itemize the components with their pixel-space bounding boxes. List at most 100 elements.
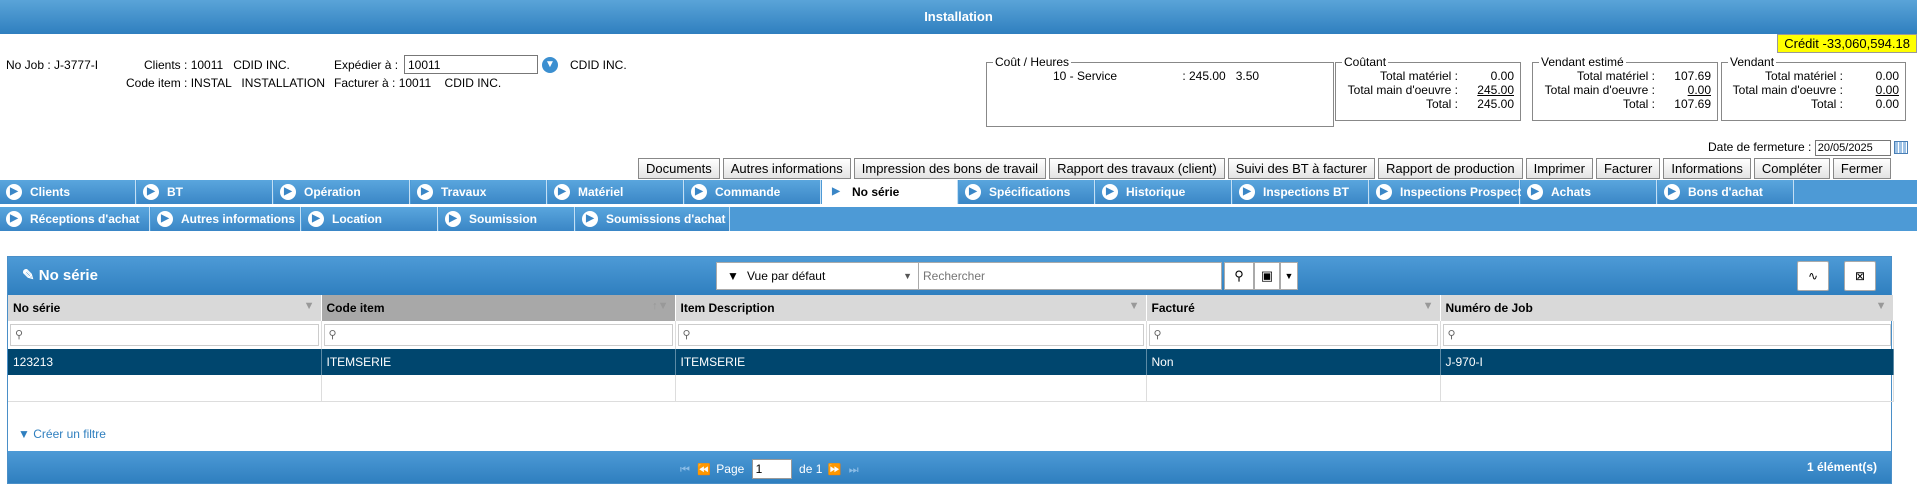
- tab-bt[interactable]: ▶ BT: [137, 180, 273, 204]
- filter-icon[interactable]: ▼: [1876, 300, 1887, 312]
- column-filter-input[interactable]: ⚲: [1442, 324, 1891, 346]
- first-page-icon[interactable]: ⏮: [680, 464, 690, 476]
- ship-to-input[interactable]: [404, 55, 538, 74]
- invoice-button[interactable]: Facturer: [1595, 158, 1661, 179]
- chevron-right-icon: ▶: [157, 211, 173, 227]
- tab-receptions-achat[interactable]: ▶ Réceptions d'achat: [0, 207, 150, 231]
- filter-icon[interactable]: ▼: [1423, 300, 1434, 312]
- tab-bar-2: ▶ Réceptions d'achat ▶ Autres informations…: [0, 207, 1917, 231]
- search-icon[interactable]: ⚲: [1224, 262, 1254, 290]
- cost-line-name: 10 - Service: [1053, 69, 1118, 83]
- column-header[interactable]: Facturé ▼: [1146, 295, 1441, 321]
- last-page-icon[interactable]: ⏭: [849, 464, 859, 476]
- column-header[interactable]: Code item ↑▼: [321, 295, 676, 321]
- tab-specifications[interactable]: ▶ Spécifications: [959, 180, 1095, 204]
- cell-item-description[interactable]: ITEMSERIE: [675, 349, 1147, 375]
- chevron-right-icon: ▶: [965, 184, 981, 200]
- tab-label: Matériel: [578, 185, 624, 199]
- tab-operation[interactable]: ▶ Opération: [274, 180, 410, 204]
- chart-icon[interactable]: ∿: [1797, 261, 1829, 291]
- table-row[interactable]: 123213 ITEMSERIE ITEMSERIE Non J-970-I: [8, 349, 1894, 375]
- search-input[interactable]: [918, 262, 1222, 290]
- tab-soumissions-achat[interactable]: ▶ Soumissions d'achat: [576, 207, 730, 231]
- tab-soumission[interactable]: ▶ Soumission: [439, 207, 575, 231]
- cost-hours-box: Coût / Heures 10 - Service : 245.00 3.50: [986, 55, 1334, 127]
- tab-label: Commande: [715, 185, 781, 199]
- panel-title: ✎ No série: [22, 266, 98, 284]
- print-button[interactable]: Imprimer: [1525, 158, 1593, 179]
- column-filter-input[interactable]: ⚲: [10, 324, 319, 346]
- pager: ⏮ ⏪ Page de 1 ⏩ ⏭: [678, 459, 861, 479]
- cell-facture[interactable]: Non: [1146, 349, 1441, 375]
- tab-clients[interactable]: ▶ Clients: [0, 180, 136, 204]
- tab-label: Historique: [1126, 185, 1186, 199]
- cell-code-item[interactable]: ITEMSERIE: [321, 349, 676, 375]
- tab-bar-1: ▶ Clients ▶ BT ▶ Opération ▶ Travaux ▶ Matéri…: [0, 180, 1917, 204]
- cell-job-number[interactable]: J-970-I: [1440, 349, 1894, 375]
- bt-to-invoice-button[interactable]: Suivi des BT à facturer: [1227, 158, 1376, 179]
- close-button[interactable]: Fermer: [1832, 158, 1891, 179]
- tab-label: Soumissions d'achat: [606, 212, 726, 226]
- cost-hours-line: 10 - Service : 245.00 3.50: [993, 69, 1327, 83]
- tab-inspections-prospect[interactable]: ▶ Inspections Prospect: [1370, 180, 1521, 204]
- chevron-right-icon: ▶: [143, 184, 159, 200]
- tab-no-serie[interactable]: ▶ No série: [822, 180, 958, 204]
- work-report-client-button[interactable]: Rapport des travaux (client): [1049, 158, 1225, 179]
- tab-location[interactable]: ▶ Location: [302, 207, 438, 231]
- search-icon: ⚲: [682, 329, 691, 341]
- save-view-icon[interactable]: ▣: [1254, 262, 1280, 290]
- column-header[interactable]: Item Description ▼: [675, 295, 1147, 321]
- ve-labor-value: 0.00: [1687, 83, 1711, 97]
- ve-total-value: 107.69: [1674, 97, 1711, 111]
- chevron-down-icon: ▼: [903, 271, 912, 281]
- v-total-value: 0.00: [1875, 97, 1899, 111]
- ship-label: Expédier à :: [334, 58, 399, 72]
- other-info-button[interactable]: Autres informations: [722, 158, 851, 179]
- tab-label: Opération: [304, 185, 361, 199]
- filter-icon[interactable]: ▼: [304, 300, 315, 312]
- search-icon: ⚲: [1447, 329, 1456, 341]
- informations-button[interactable]: Informations: [1663, 158, 1751, 179]
- excel-export-icon[interactable]: ⊠: [1844, 261, 1876, 291]
- ve-total-label: Total :: [1622, 97, 1655, 111]
- next-page-icon[interactable]: ⏩: [828, 464, 842, 476]
- chevron-down-icon[interactable]: ▼: [1280, 262, 1298, 290]
- tab-materiel[interactable]: ▶ Matériel: [548, 180, 684, 204]
- tab-label: Location: [332, 212, 382, 226]
- closing-date: Date de fermeture :: [1708, 140, 1909, 156]
- tab-autres-informations[interactable]: ▶ Autres informations: [151, 207, 301, 231]
- print-work-orders-button[interactable]: Impression des bons de travail: [853, 158, 1047, 179]
- coutant-material-label: Total matériel :: [1379, 69, 1458, 83]
- view-select[interactable]: ▼ Vue par défaut ▼: [716, 262, 919, 290]
- code-item-label: Code item :: [126, 76, 188, 90]
- cell-no-serie[interactable]: 123213: [8, 349, 322, 375]
- tab-commande[interactable]: ▶ Commande: [685, 180, 821, 204]
- column-label: Facturé: [1151, 301, 1195, 315]
- column-header[interactable]: No série ▼: [8, 295, 322, 321]
- chevron-right-icon: ▶: [308, 211, 324, 227]
- tab-label: Clients: [30, 185, 71, 199]
- column-filter-input[interactable]: ⚲: [1148, 324, 1438, 346]
- calendar-icon[interactable]: [1894, 141, 1909, 155]
- prev-page-icon[interactable]: ⏪: [697, 464, 711, 476]
- sort-filter-icon[interactable]: ↑▼: [652, 300, 668, 312]
- ship-name: CDID INC.: [570, 58, 627, 72]
- production-report-button[interactable]: Rapport de production: [1378, 158, 1523, 179]
- filter-icon[interactable]: ▼: [1129, 300, 1140, 312]
- column-filter-input[interactable]: ⚲: [677, 324, 1144, 346]
- column-filter-input[interactable]: ⚲: [323, 324, 673, 346]
- complete-button[interactable]: Compléter: [1753, 158, 1830, 179]
- tab-historique[interactable]: ▶ Historique: [1096, 180, 1232, 204]
- chevron-down-icon[interactable]: ▼: [542, 57, 558, 73]
- tab-bons-achat[interactable]: ▶ Bons d'achat: [1658, 180, 1794, 204]
- documents-button[interactable]: Documents: [638, 158, 720, 179]
- page-input[interactable]: [751, 459, 792, 479]
- closing-date-input[interactable]: [1814, 140, 1891, 156]
- create-filter-link[interactable]: ▼ Créer un filtre: [18, 427, 106, 441]
- tab-inspections-bt[interactable]: ▶ Inspections BT: [1233, 180, 1369, 204]
- tab-travaux[interactable]: ▶ Travaux: [411, 180, 547, 204]
- column-header[interactable]: Numéro de Job ▼: [1440, 295, 1894, 321]
- action-toolbar: Documents Autres informations Impression…: [638, 158, 1891, 179]
- tab-achats[interactable]: ▶ Achats: [1521, 180, 1657, 204]
- column-label: No série: [13, 301, 61, 315]
